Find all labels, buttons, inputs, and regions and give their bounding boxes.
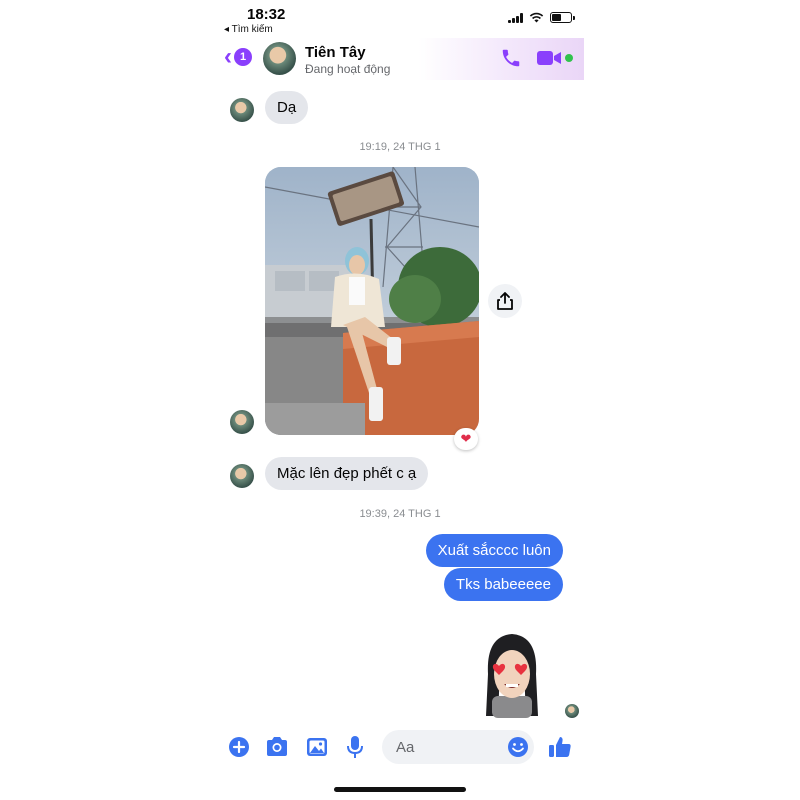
battery-icon — [550, 12, 575, 23]
heart-eyes-avatar-sticker[interactable] — [482, 630, 542, 718]
share-icon — [497, 292, 513, 310]
contact-status: Đang hoạt động — [305, 62, 391, 76]
video-camera-icon[interactable] — [537, 50, 561, 66]
cellular-signal-icon — [508, 12, 523, 23]
message-timestamp: 19:39, 24 THG 1 — [359, 508, 441, 520]
message-composer — [216, 728, 584, 766]
heart-reaction[interactable]: ❤ — [454, 428, 478, 450]
contact-name[interactable]: Tiên Tây — [305, 44, 366, 61]
unread-count-badge: 1 — [234, 48, 252, 66]
emoji-icon[interactable] — [507, 736, 529, 758]
plus-icon[interactable] — [226, 734, 252, 760]
sent-message[interactable]: Tks babeeeee — [443, 568, 563, 601]
back-to-app-link[interactable]: ◂ Tìm kiếm — [224, 24, 273, 35]
shared-photo[interactable] — [265, 167, 479, 435]
home-indicator[interactable] — [334, 787, 466, 792]
share-button[interactable] — [488, 284, 522, 318]
chat-header: ‹ 1 Tiên Tây Đang hoạt động — [216, 38, 584, 80]
contact-avatar[interactable] — [263, 42, 296, 75]
sent-message[interactable]: Xuất sắcccc luôn — [425, 534, 563, 567]
status-bar: 18:32 ◂ Tìm kiếm — [216, 0, 584, 38]
camera-icon[interactable] — [264, 734, 290, 760]
received-message[interactable]: Mặc lên đẹp phết c ạ — [265, 457, 429, 490]
received-message[interactable]: Dạ — [265, 91, 309, 124]
message-timestamp: 19:19, 24 THG 1 — [359, 141, 441, 153]
status-icons — [508, 12, 575, 23]
back-button[interactable]: ‹ 1 — [224, 45, 252, 69]
contact-avatar-small — [230, 410, 254, 434]
wifi-icon — [529, 12, 544, 23]
messenger-screen: 18:32 ◂ Tìm kiếm ‹ 1 Tiên Tây Đang hoạt … — [216, 0, 584, 800]
phone-icon[interactable] — [500, 47, 522, 69]
thumbs-up-icon[interactable] — [547, 734, 573, 760]
status-clock: 18:32 — [247, 6, 286, 23]
contact-avatar-small — [230, 464, 254, 488]
online-status-indicator — [565, 54, 573, 62]
back-chevron-icon: ‹ — [224, 43, 232, 70]
microphone-icon[interactable] — [342, 734, 368, 760]
contact-avatar-small — [230, 98, 254, 122]
seen-receipt-avatar — [565, 704, 579, 718]
photo-content — [265, 167, 479, 435]
image-icon[interactable] — [304, 734, 330, 760]
